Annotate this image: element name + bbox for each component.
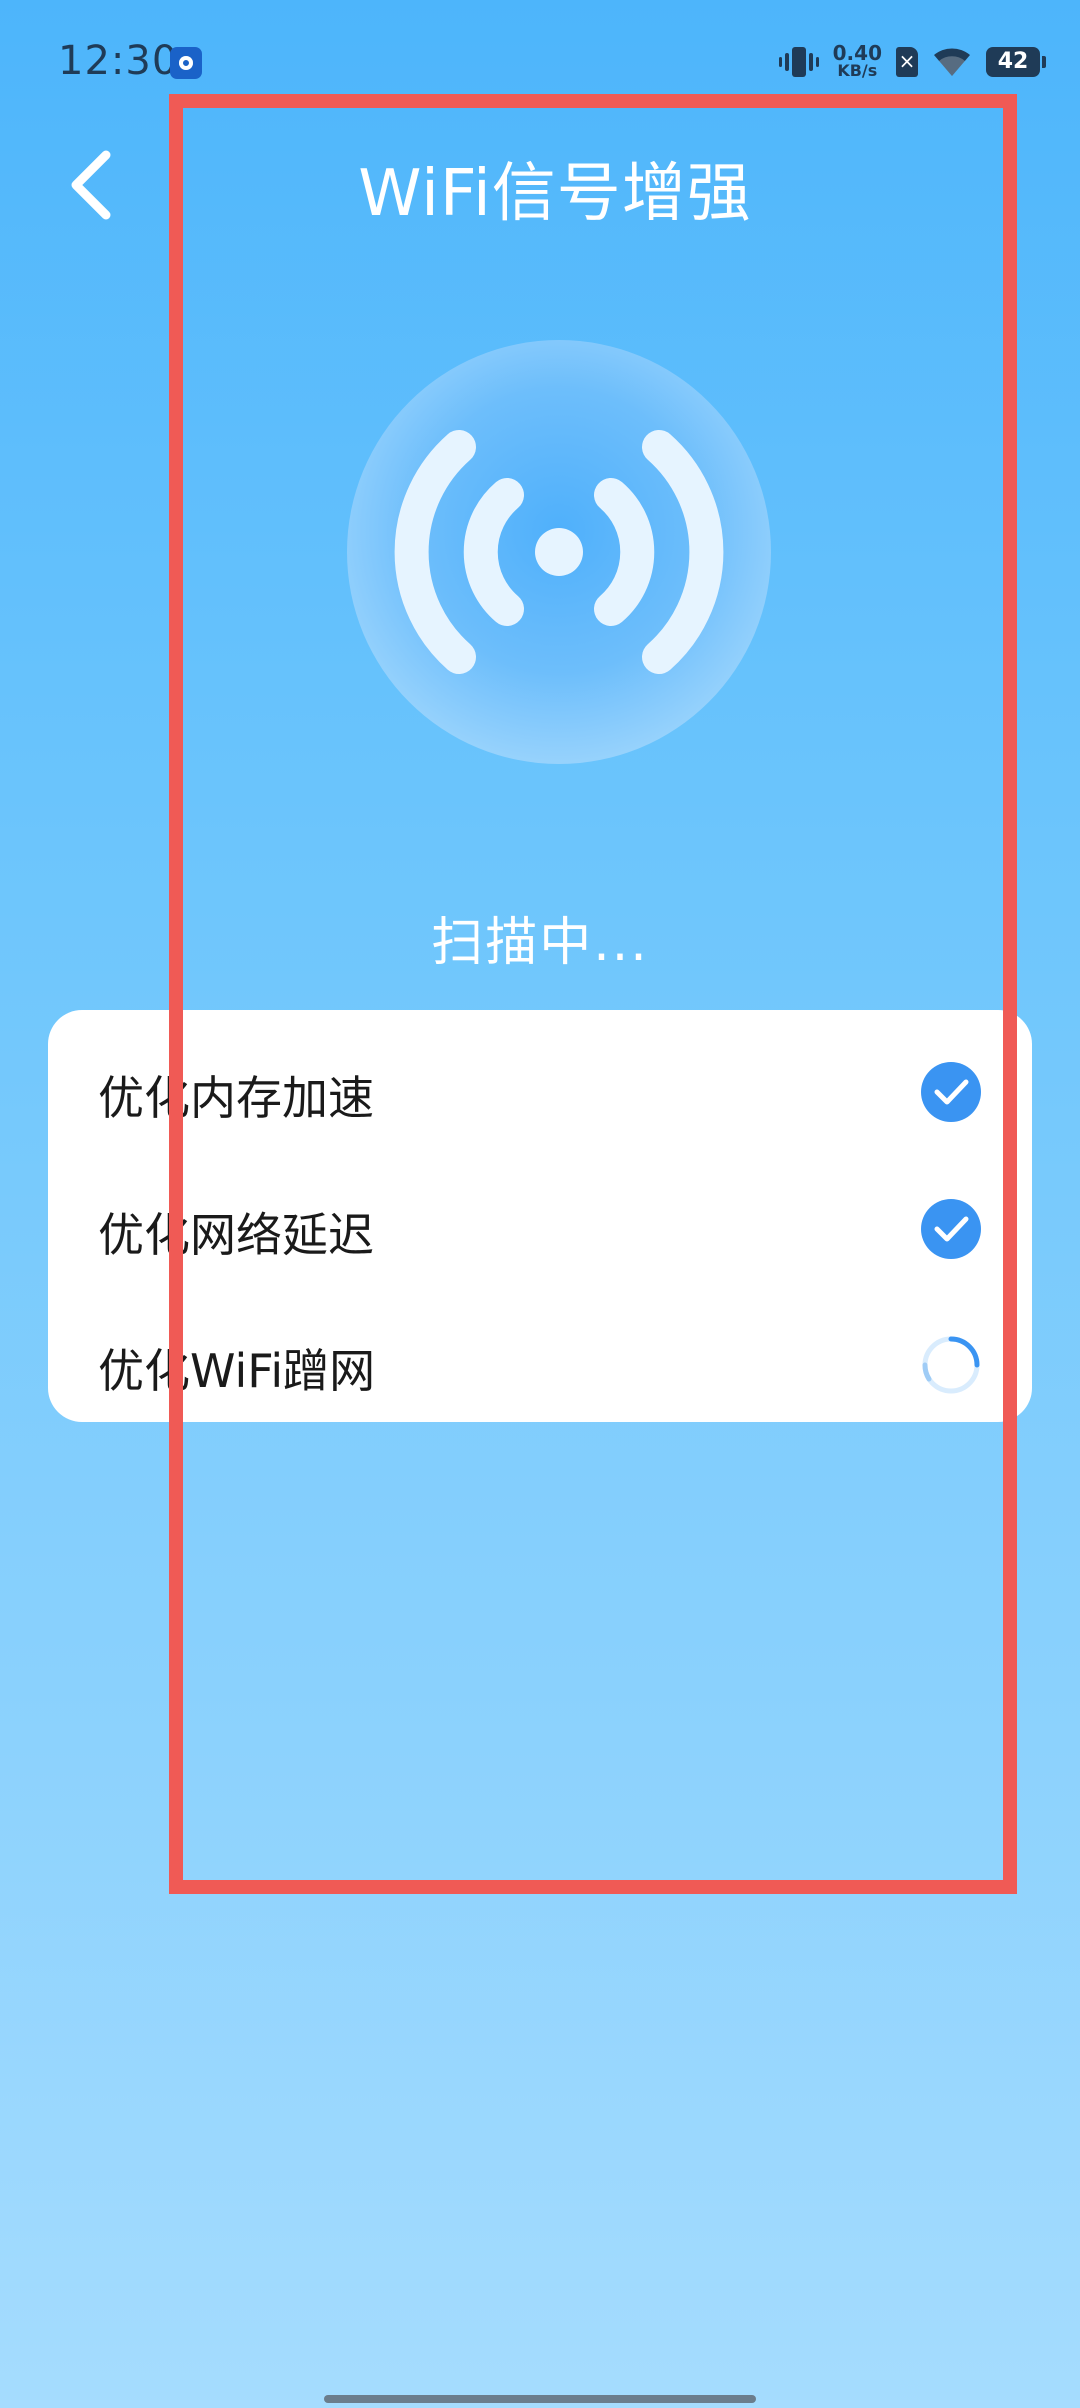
home-indicator[interactable] [324, 2395, 756, 2403]
network-speed: 0.40 KB/s [832, 41, 882, 80]
wifi-status-icon [932, 46, 972, 78]
checkmark-icon [921, 1199, 981, 1259]
task-label: 优化网络延迟 [98, 1208, 374, 1262]
scan-status: 扫描中... [431, 913, 649, 973]
task-row-latency: 优化网络延迟 [48, 1177, 1032, 1277]
task-row-wifi-leech: 优化WiFi蹭网 [48, 1313, 1032, 1413]
vibrate-icon [778, 44, 819, 80]
optimization-task-list: 优化内存加速 优化网络延迟 优化WiFi蹭网 [48, 1010, 1032, 1422]
checkmark-icon [921, 1062, 981, 1122]
loading-spinner-icon [922, 1336, 980, 1394]
app-notification-icon [170, 47, 202, 79]
status-time: 12:30 [58, 38, 179, 84]
status-bar: 12:30 0.40 KB/s 42 [0, 0, 1080, 120]
signal-broadcast-icon [394, 430, 724, 674]
signal-hero [347, 340, 771, 764]
network-speed-unit: KB/s [837, 61, 878, 80]
task-label: 优化WiFi蹭网 [98, 1344, 376, 1398]
task-row-memory: 优化内存加速 [48, 1040, 1032, 1140]
status-icons: 0.40 KB/s 42 [778, 40, 1046, 84]
page-title: WiFi信号增强 [358, 157, 752, 231]
network-speed-value: 0.40 [832, 41, 882, 65]
battery-indicator: 42 [986, 47, 1046, 77]
no-sim-icon [896, 47, 918, 77]
task-label: 优化内存加速 [98, 1071, 374, 1125]
